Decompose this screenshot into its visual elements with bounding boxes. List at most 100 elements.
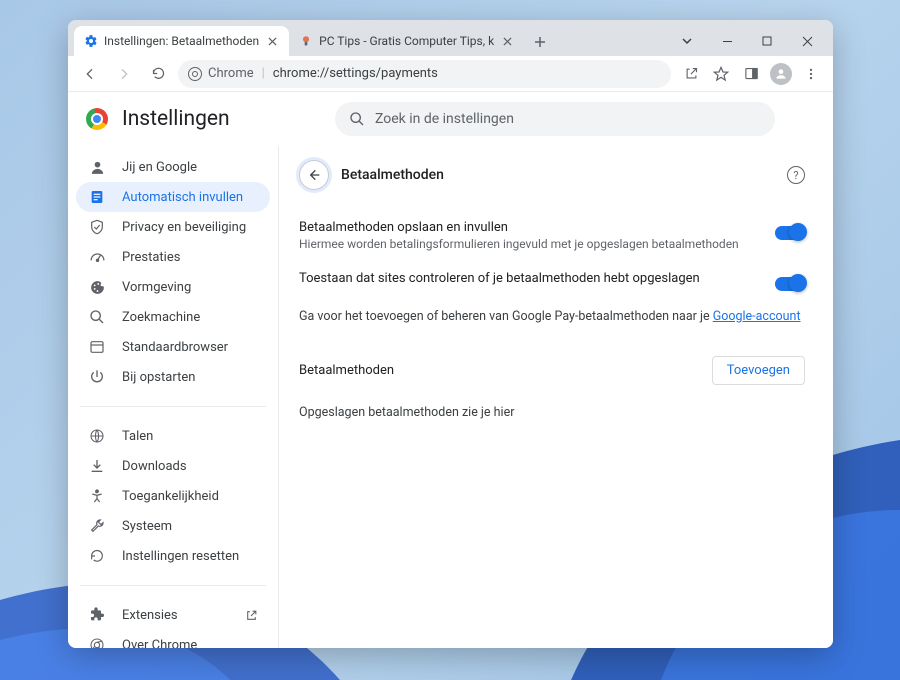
profile-button[interactable] (767, 60, 795, 88)
settings-title: Instellingen (122, 107, 230, 131)
sidebar-item-label: Instellingen resetten (122, 549, 239, 564)
pctips-favicon (299, 34, 313, 48)
empty-state-text: Opgeslagen betaalmethoden zie je hier (299, 391, 805, 434)
sidebar-item-label: Standaardbrowser (122, 340, 228, 355)
tab-settings-payments[interactable]: Instellingen: Betaalmethoden (74, 26, 289, 56)
sidebar-item-performance[interactable]: Prestaties (76, 242, 270, 272)
row-title: Betaalmethoden opslaan en invullen (299, 220, 759, 235)
forward-button[interactable] (110, 60, 138, 88)
sidebar-separator (80, 406, 266, 407)
sidebar-item-label: Talen (122, 429, 153, 444)
sidebar-item-label: Privacy en beveiliging (122, 220, 246, 235)
toggle-save-fill[interactable] (775, 226, 805, 240)
section-label: Betaalmethoden (299, 363, 394, 378)
gear-icon (84, 34, 98, 48)
sidebar-item-label: Systeem (122, 519, 172, 534)
sidebar-separator (80, 585, 266, 586)
omnibox[interactable]: Chrome | chrome://settings/payments (178, 60, 671, 88)
sidebar-item-extensions[interactable]: Extensies (76, 600, 270, 630)
setting-row-save-fill: Betaalmethoden opslaan en invullen Hierm… (299, 212, 805, 263)
omnibox-scheme: Chrome (208, 66, 254, 81)
toggle-allow-check[interactable] (775, 277, 805, 291)
extension-icon (88, 606, 106, 624)
back-button[interactable] (76, 60, 104, 88)
sidebar-item-label: Jij en Google (122, 160, 197, 175)
tab-label: Instellingen: Betaalmethoden (104, 34, 259, 48)
sidebar-item-default-browser[interactable]: Standaardbrowser (76, 332, 270, 362)
close-icon[interactable] (500, 34, 514, 48)
sidebar-item-languages[interactable]: Talen (76, 421, 270, 451)
minimize-button[interactable] (707, 26, 747, 56)
autofill-icon (88, 188, 106, 206)
reload-button[interactable] (144, 60, 172, 88)
chrome-logo-icon (86, 108, 108, 130)
globe-icon (88, 427, 106, 445)
chrome-outline-icon (88, 636, 106, 648)
search-icon (88, 308, 106, 326)
settings-content: Instellingen Zoek in de instellingen Jij… (68, 92, 833, 648)
sidebar-item-label: Prestaties (122, 250, 180, 265)
sidebar-item-label: Downloads (122, 459, 187, 474)
sidebar-item-label: Zoekmachine (122, 310, 200, 325)
reset-icon (88, 547, 106, 565)
sidebar-item-search-engine[interactable]: Zoekmachine (76, 302, 270, 332)
search-placeholder: Zoek in de instellingen (375, 111, 514, 127)
sidebar-item-system[interactable]: Systeem (76, 511, 270, 541)
tab-pctips[interactable]: PC Tips - Gratis Computer Tips, k (289, 26, 524, 56)
wrench-icon (88, 517, 106, 535)
sidebar-item-label: Bij opstarten (122, 370, 195, 385)
tab-search-button[interactable] (667, 26, 707, 56)
omnibox-url: chrome://settings/payments (273, 66, 438, 81)
sidebar-item-accessibility[interactable]: Toegankelijkheid (76, 481, 270, 511)
setting-row-allow-check: Toestaan dat sites controleren of je bet… (299, 263, 805, 303)
toolbar: Chrome | chrome://settings/payments (68, 56, 833, 92)
chrome-scheme-icon (188, 67, 202, 81)
menu-button[interactable] (797, 60, 825, 88)
power-icon (88, 368, 106, 386)
help-icon[interactable]: ? (787, 166, 805, 184)
browser-icon (88, 338, 106, 356)
sidebar-item-label: Over Chrome (122, 638, 197, 649)
sidebar-item-on-startup[interactable]: Bij opstarten (76, 362, 270, 392)
side-panel-button[interactable] (737, 60, 765, 88)
sidebar-item-autofill[interactable]: Automatisch invullen (76, 182, 270, 212)
sidebar-item-label: Vormgeving (122, 280, 191, 295)
palette-icon (88, 278, 106, 296)
sidebar-item-label: Automatisch invullen (122, 190, 243, 205)
external-link-icon (245, 609, 258, 622)
google-pay-hint: Ga voor het toevoegen of beheren van Goo… (299, 303, 805, 342)
shield-icon (88, 218, 106, 236)
bookmark-button[interactable] (707, 60, 735, 88)
row-desc: Hiermee worden betalingsformulieren inge… (299, 237, 759, 251)
page-title: Betaalmethoden (341, 167, 444, 183)
sidebar-item-appearance[interactable]: Vormgeving (76, 272, 270, 302)
settings-sidebar: Jij en Google Automatisch invullen Priva… (68, 146, 278, 648)
share-button[interactable] (677, 60, 705, 88)
row-title: Toestaan dat sites controleren of je bet… (299, 271, 759, 286)
maximize-button[interactable] (747, 26, 787, 56)
download-icon (88, 457, 106, 475)
search-icon (349, 111, 365, 127)
speedometer-icon (88, 248, 106, 266)
settings-search[interactable]: Zoek in de instellingen (335, 102, 775, 136)
tab-label: PC Tips - Gratis Computer Tips, k (319, 34, 494, 48)
sidebar-item-about[interactable]: Over Chrome (76, 630, 270, 648)
settings-main: Betaalmethoden ? Betaalmethoden opslaan … (278, 146, 833, 648)
new-tab-button[interactable] (526, 28, 554, 56)
settings-header: Instellingen Zoek in de instellingen (68, 92, 833, 146)
sidebar-item-label: Toegankelijkheid (122, 489, 219, 504)
google-account-link[interactable]: Google-account (713, 309, 801, 324)
close-window-button[interactable] (787, 26, 827, 56)
sidebar-item-downloads[interactable]: Downloads (76, 451, 270, 481)
add-payment-button[interactable]: Toevoegen (712, 356, 805, 385)
sidebar-item-you-and-google[interactable]: Jij en Google (76, 152, 270, 182)
close-icon[interactable] (265, 34, 279, 48)
person-icon (88, 158, 106, 176)
sidebar-item-label: Extensies (122, 608, 178, 623)
page-back-button[interactable] (299, 160, 329, 190)
sidebar-item-reset[interactable]: Instellingen resetten (76, 541, 270, 571)
accessibility-icon (88, 487, 106, 505)
sidebar-item-privacy[interactable]: Privacy en beveiliging (76, 212, 270, 242)
chrome-window: Instellingen: Betaalmethoden PC Tips - G… (68, 20, 833, 648)
tab-strip: Instellingen: Betaalmethoden PC Tips - G… (68, 20, 833, 56)
